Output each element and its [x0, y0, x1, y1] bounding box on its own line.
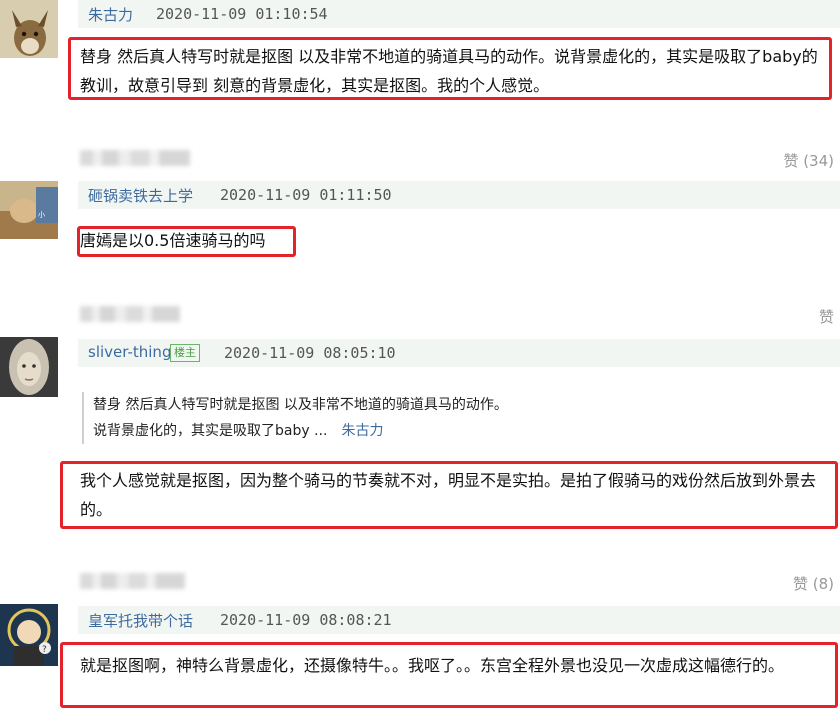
quote-text: 说背景虚化的，其实是吸取了baby ...	[93, 423, 328, 439]
avatar-cartoon[interactable]: ?	[0, 604, 58, 666]
quote-line: 替身 然后真人特写时就是抠图 以及非常不地道的骑道具马的动作。	[93, 397, 508, 413]
blurred-username	[80, 573, 185, 589]
comment-timestamp: 2020-11-09 01:10:54	[156, 5, 328, 23]
highlight-box	[77, 226, 296, 257]
avatar-cat[interactable]: 小	[0, 181, 58, 239]
like-button[interactable]: 赞 (34)	[783, 150, 834, 171]
comment-username[interactable]: 皇军托我带个话	[88, 610, 193, 631]
svg-text:小: 小	[38, 210, 45, 219]
comment-header: sliver-thing 楼主 2020-11-09 08:05:10	[78, 339, 840, 367]
svg-text:?: ?	[42, 645, 47, 655]
highlight-box	[68, 37, 832, 100]
owner-badge: 楼主	[170, 344, 200, 362]
quoted-reply: 替身 然后真人特写时就是抠图 以及非常不地道的骑道具马的动作。 说背景虚化的，其…	[82, 392, 793, 444]
highlight-box	[60, 642, 838, 708]
like-button[interactable]: 赞 (8)	[793, 573, 834, 594]
comment-header: 皇军托我带个话 2020-11-09 08:08:21	[78, 606, 840, 634]
comment-username[interactable]: 砸锅卖铁去上学	[88, 185, 193, 206]
comment-timestamp: 2020-11-09 08:05:10	[224, 344, 396, 362]
like-button[interactable]: 赞	[819, 306, 834, 327]
blurred-username	[80, 306, 180, 322]
quote-line: 说背景虚化的，其实是吸取了baby ... 朱古力	[93, 418, 793, 444]
comment-header: 砸锅卖铁去上学 2020-11-09 01:11:50	[78, 181, 840, 209]
avatar-deer[interactable]	[0, 0, 58, 58]
comment-timestamp: 2020-11-09 01:11:50	[220, 186, 392, 204]
comment-header: 朱古力 2020-11-09 01:10:54	[78, 0, 840, 28]
blurred-username	[80, 150, 190, 166]
avatar-portrait[interactable]	[0, 337, 58, 397]
comment-timestamp: 2020-11-09 08:08:21	[220, 611, 392, 629]
comment-username[interactable]: sliver-thing	[88, 343, 171, 361]
quoted-username[interactable]: 朱古力	[341, 423, 383, 439]
highlight-box	[60, 461, 838, 529]
comment-username[interactable]: 朱古力	[88, 4, 133, 25]
